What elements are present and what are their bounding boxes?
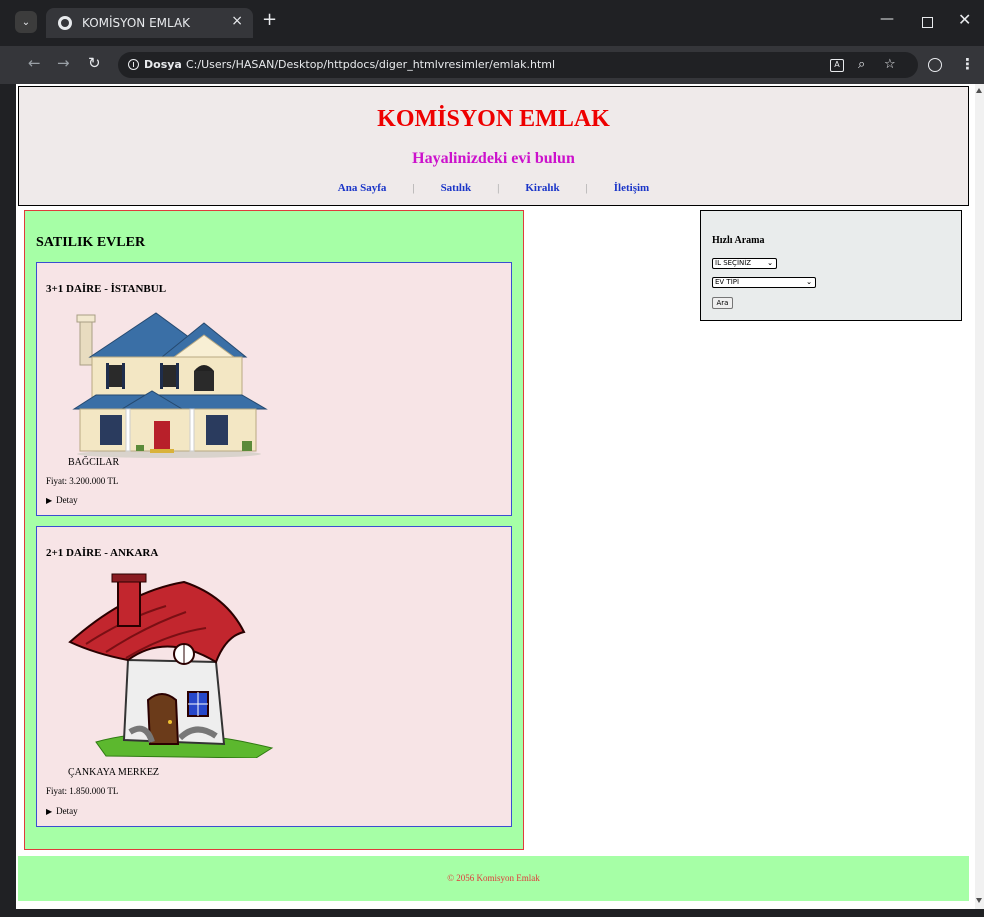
listing-title: 3+1 DAİRE - İSTANBUL bbox=[46, 283, 167, 295]
translate-icon[interactable]: A bbox=[830, 59, 844, 72]
footer-copyright: © 2056 Komisyon Emlak bbox=[447, 873, 540, 883]
browser-toolbar: ← → ↻ Dosya C:/Users/HASAN/Desktop/httpd… bbox=[0, 46, 984, 84]
listing-detail-toggle[interactable]: ▶ Detay bbox=[46, 495, 78, 505]
listing-detail-toggle[interactable]: ▶ Detay bbox=[46, 806, 78, 816]
reload-button[interactable]: ↻ bbox=[88, 54, 101, 72]
nav-link-home[interactable]: Ana Sayfa bbox=[338, 182, 387, 194]
close-tab-button[interactable]: × bbox=[231, 13, 243, 29]
disclosure-triangle-icon: ▶ bbox=[46, 807, 53, 816]
listing-price: Fiyat: 1.850.000 TL bbox=[46, 786, 119, 796]
quick-search-title: Hızlı Arama bbox=[712, 235, 765, 246]
house-type-select[interactable]: EV TİPİ ⌄ bbox=[712, 277, 816, 288]
quick-search-panel: Hızlı Arama İL SEÇİNİZ ⌄ EV TİPİ ⌄ Ara bbox=[700, 210, 962, 321]
browser-tab[interactable]: KOMİSYON EMLAK × bbox=[46, 8, 253, 38]
nav-link-for-sale[interactable]: Satılık bbox=[441, 182, 472, 194]
listing-card: 3+1 DAİRE - İSTANBUL BAĞCILAR Fiyat: 3.2… bbox=[36, 262, 512, 516]
forward-button[interactable]: → bbox=[57, 54, 70, 72]
scroll-down-arrow-icon[interactable] bbox=[976, 898, 982, 903]
listing-detail-label: Detay bbox=[56, 495, 78, 505]
listings-section: SATILIK EVLER 3+1 DAİRE - İSTANBUL BAĞCI… bbox=[24, 210, 524, 850]
maximize-window-button[interactable] bbox=[922, 17, 933, 28]
back-button[interactable]: ← bbox=[28, 54, 41, 72]
profile-icon[interactable] bbox=[928, 58, 942, 72]
vertical-scrollbar[interactable] bbox=[975, 84, 984, 909]
zoom-icon[interactable]: ⌕ bbox=[858, 57, 865, 72]
site-tagline: Hayalinizdeki evi bulun bbox=[412, 150, 575, 167]
nav-separator: | bbox=[585, 182, 588, 194]
info-icon[interactable] bbox=[128, 59, 139, 70]
close-window-button[interactable]: ✕ bbox=[958, 10, 971, 29]
listing-card: 2+1 DAİRE - ANKARA ÇANKAYA MERKEZ Fiyat:… bbox=[36, 526, 512, 827]
browser-menu-icon[interactable]: ⋮ bbox=[960, 55, 975, 73]
nav-link-for-rent[interactable]: Kiralık bbox=[525, 182, 559, 194]
city-select-value: İL SEÇİNİZ bbox=[715, 259, 752, 267]
nav-link-contact[interactable]: İletişim bbox=[614, 182, 649, 194]
house-type-select-value: EV TİPİ bbox=[715, 278, 740, 286]
browser-chrome: ⌄ KOMİSYON EMLAK × + — ✕ ← → ↻ Dosya C:/… bbox=[0, 0, 984, 84]
site-title: KOMİSYON EMLAK bbox=[377, 106, 610, 132]
listing-location: ÇANKAYA MERKEZ bbox=[68, 767, 160, 778]
security-label[interactable]: Dosya bbox=[144, 58, 182, 71]
chevron-down-icon: ⌄ bbox=[767, 259, 773, 267]
site-footer: © 2056 Komisyon Emlak bbox=[18, 856, 969, 901]
chevron-down-icon: ⌄ bbox=[806, 278, 812, 286]
section-title: SATILIK EVLER bbox=[36, 235, 146, 250]
tab-title: KOMİSYON EMLAK bbox=[82, 16, 191, 30]
minimize-window-button[interactable]: — bbox=[880, 11, 894, 27]
search-button[interactable]: Ara bbox=[712, 297, 733, 309]
globe-icon bbox=[58, 16, 72, 30]
listing-location: BAĞCILAR bbox=[68, 457, 120, 468]
window-bottom-border bbox=[0, 909, 984, 917]
tab-search-button[interactable]: ⌄ bbox=[15, 11, 37, 33]
bookmark-star-icon[interactable]: ☆ bbox=[884, 57, 896, 72]
address-bar[interactable]: Dosya C:/Users/HASAN/Desktop/httpdocs/di… bbox=[118, 52, 918, 78]
listing-title: 2+1 DAİRE - ANKARA bbox=[46, 547, 159, 559]
disclosure-triangle-icon: ▶ bbox=[46, 496, 53, 505]
listing-price: Fiyat: 3.200.000 TL bbox=[46, 476, 119, 486]
city-select[interactable]: İL SEÇİNİZ ⌄ bbox=[712, 258, 777, 269]
page-viewport: KOMİSYON EMLAK Hayalinizdeki evi bulun A… bbox=[16, 84, 975, 909]
listing-detail-label: Detay bbox=[56, 806, 78, 816]
house-image bbox=[68, 573, 274, 758]
nav-separator: | bbox=[497, 182, 500, 194]
new-tab-button[interactable]: + bbox=[262, 9, 277, 30]
tab-bar: ⌄ KOMİSYON EMLAK × + — ✕ bbox=[0, 0, 984, 46]
scroll-up-arrow-icon[interactable] bbox=[976, 88, 982, 93]
house-image bbox=[72, 312, 268, 458]
site-header: KOMİSYON EMLAK Hayalinizdeki evi bulun A… bbox=[18, 86, 969, 206]
url-text[interactable]: C:/Users/HASAN/Desktop/httpdocs/diger_ht… bbox=[186, 58, 555, 71]
nav-separator: | bbox=[412, 182, 415, 194]
main-nav: Ana Sayfa | Satılık | Kiralık | İletişim bbox=[19, 182, 968, 194]
